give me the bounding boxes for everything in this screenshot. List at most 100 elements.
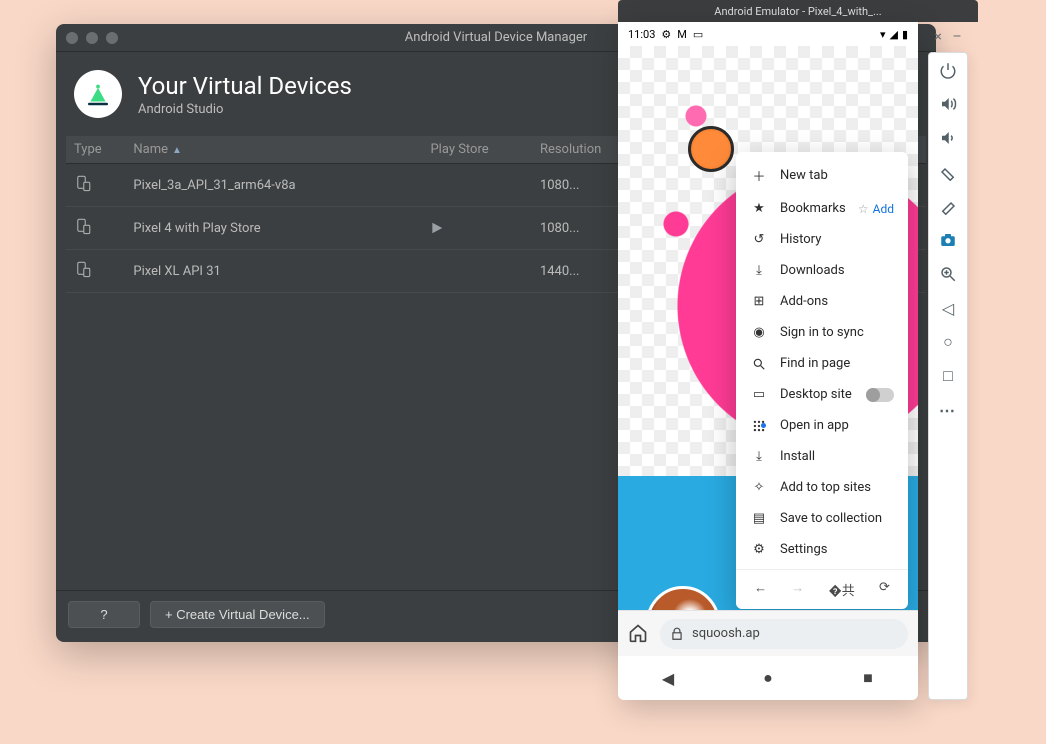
url-field[interactable]: squoosh.ap [660, 619, 908, 649]
toolbar-close[interactable]: × [934, 29, 941, 45]
emu-window-title[interactable]: Android Emulator - Pixel_4_with_... [618, 0, 978, 22]
desktop-site-toggle[interactable] [866, 388, 894, 402]
squoosh-logo [688, 126, 734, 172]
collection-icon: ▤ [750, 511, 768, 526]
menu-label: Install [780, 449, 815, 464]
page-title: Your Virtual Devices [138, 72, 352, 100]
android-studio-icon [74, 70, 122, 118]
play-store-icon [430, 221, 523, 235]
cell-play-store [422, 250, 531, 293]
create-virtual-device-button[interactable]: + Create Virtual Device... [150, 601, 325, 628]
zoom-icon[interactable] [937, 263, 959, 285]
star-outline-icon: ☆ [858, 202, 869, 216]
back-icon[interactable]: ◁ [937, 297, 959, 319]
screenshot-icon[interactable] [937, 229, 959, 251]
menu-back[interactable]: ← [754, 580, 767, 599]
gear-status-icon: ⚙ [661, 28, 671, 41]
menu-new-tab[interactable]: ＋ New tab [736, 158, 908, 193]
browser-menu: ＋ New tab ★ Bookmarks ☆ Add ↺ History [736, 152, 908, 609]
volume-down-icon[interactable] [937, 127, 959, 149]
max-dot[interactable] [106, 32, 118, 44]
cell-resolution: 1440... [532, 250, 629, 293]
power-icon[interactable] [937, 59, 959, 81]
menu-label: Settings [780, 542, 827, 557]
battery-icon: ▮ [902, 28, 908, 41]
menu-label: Open in app [780, 418, 849, 433]
status-time: 11:03 [628, 28, 655, 41]
rotate-right-icon[interactable] [937, 195, 959, 217]
gear-icon: ⚙ [750, 542, 768, 557]
col-type[interactable]: Type [66, 136, 125, 164]
menu-label: Add-ons [780, 294, 828, 309]
home-icon[interactable] [628, 623, 650, 645]
rotate-left-icon[interactable] [937, 161, 959, 183]
home-icon[interactable]: ○ [937, 331, 959, 353]
close-dot[interactable] [66, 32, 78, 44]
traffic-lights[interactable] [66, 32, 118, 44]
menu-share[interactable]: �共 [828, 580, 854, 599]
notification-dot [761, 423, 766, 428]
menu-nav-row: ← → �共 ⟳ [736, 569, 908, 603]
menu-settings[interactable]: ⚙ Settings [736, 534, 908, 565]
cell-name: Pixel_3a_API_31_arm64-v8a [125, 164, 422, 207]
plus-icon: ＋ [750, 166, 768, 185]
menu-label: Find in page [780, 356, 850, 371]
menu-install[interactable]: ⤓ Install [736, 441, 908, 472]
download-icon: ⤓ [750, 263, 768, 278]
device-icon [74, 260, 92, 278]
pin-icon: ✧ [750, 480, 768, 495]
search-icon [750, 357, 768, 371]
menu-open-in-app[interactable]: Open in app [736, 410, 908, 441]
bookmarks-add[interactable]: ☆ Add [858, 202, 894, 216]
col-play-store[interactable]: Play Store [422, 136, 531, 164]
menu-top-sites[interactable]: ✧ Add to top sites [736, 472, 908, 503]
menu-label: Sign in to sync [780, 325, 864, 340]
menu-signin[interactable]: ◉ Sign in to sync [736, 317, 908, 348]
install-icon: ⤓ [750, 449, 768, 464]
sample-image-thumbnail[interactable] [646, 586, 720, 610]
desktop-icon: ▭ [750, 387, 768, 402]
min-dot[interactable] [86, 32, 98, 44]
nav-recent[interactable]: ■ [857, 668, 879, 688]
cell-name: Pixel XL API 31 [125, 250, 422, 293]
device-icon [74, 217, 92, 235]
nav-home[interactable]: ● [757, 668, 779, 688]
account-icon: ◉ [750, 325, 768, 340]
gmail-status-icon: M [677, 28, 687, 41]
menu-addons[interactable]: ⊞ Add-ons [736, 286, 908, 317]
url-text: squoosh.ap [692, 626, 760, 641]
nav-back[interactable]: ◀ [657, 669, 679, 688]
cell-resolution: 1080... [532, 207, 629, 250]
col-name[interactable]: Name▲ [125, 136, 422, 164]
emulator-toolbar: × – ◁ ○ □ ⋯ [928, 52, 968, 700]
more-icon[interactable]: ⋯ [937, 399, 959, 421]
status-bar: 11:03 ⚙ M ▭ ▾ ◢ ▮ [618, 22, 918, 46]
volume-up-icon[interactable] [937, 93, 959, 115]
star-filled-icon: ★ [750, 201, 768, 216]
cell-play-store [422, 207, 531, 250]
help-button[interactable]: ? [68, 601, 140, 628]
webpage-viewport[interactable]: Or try ＋ New tab ★ Bookmarks ☆ Add [618, 46, 918, 610]
col-resolution[interactable]: Resolution [532, 136, 629, 164]
menu-label: Downloads [780, 263, 845, 278]
emulator-window: Android Emulator - Pixel_4_with_... 11:0… [618, 0, 978, 700]
menu-label: Save to collection [780, 511, 882, 526]
android-navbar: ◀ ● ■ [618, 656, 918, 700]
url-bar: squoosh.ap [618, 610, 918, 656]
menu-history[interactable]: ↺ History [736, 224, 908, 255]
menu-reload[interactable]: ⟳ [879, 580, 890, 599]
menu-bookmarks[interactable]: ★ Bookmarks ☆ Add [736, 193, 908, 224]
signal-icon: ◢ [889, 28, 897, 41]
menu-desktop[interactable]: ▭ Desktop site [736, 379, 908, 410]
toolbar-minimize[interactable]: – [952, 29, 961, 45]
menu-label: Bookmarks [780, 201, 846, 216]
overview-icon[interactable]: □ [937, 365, 959, 387]
device-icon [74, 174, 92, 192]
menu-find[interactable]: Find in page [736, 348, 908, 379]
cell-name: Pixel 4 with Play Store [125, 207, 422, 250]
menu-save-collection[interactable]: ▤ Save to collection [736, 503, 908, 534]
menu-downloads[interactable]: ⤓ Downloads [736, 255, 908, 286]
apps-icon [750, 419, 768, 433]
lock-icon [670, 627, 684, 641]
cell-play-store [422, 164, 531, 207]
